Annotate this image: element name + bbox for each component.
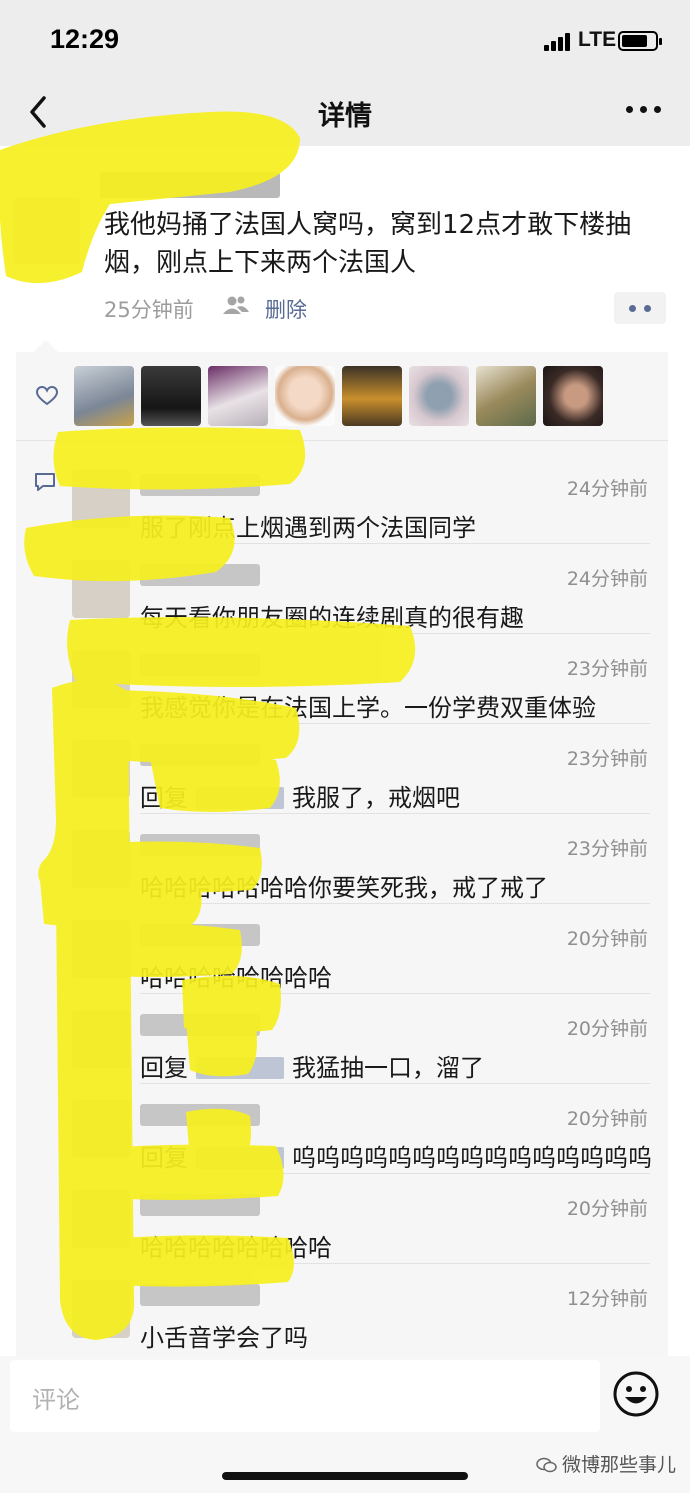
comment-body: 呜呜呜呜呜呜呜呜呜呜呜呜呜呜呜	[292, 1144, 652, 1172]
avatar[interactable]	[72, 740, 130, 798]
page-title: 详情	[318, 101, 372, 132]
comment-text: 小舌音学会了吗	[140, 1318, 308, 1353]
comment-body: 我感觉你是在法国上学。一份学费双重体验	[140, 694, 596, 722]
comment-text: 回复 我服了，戒烟吧	[140, 778, 460, 813]
avatar[interactable]	[14, 198, 80, 264]
comment-bar: 评论 微博那些事儿	[0, 1356, 690, 1493]
avatar[interactable]	[72, 560, 130, 618]
heart-icon	[36, 386, 58, 406]
comment-time: 20分钟前	[566, 1018, 648, 1040]
comment-row[interactable]: 20分钟前回复 我猛抽一口，溜了	[16, 994, 668, 1084]
comment-author-name[interactable]	[140, 924, 260, 946]
comment-time: 23分钟前	[566, 658, 648, 680]
battery-icon	[618, 31, 662, 51]
comment-text: 哈哈哈哈哈哈哈哈	[140, 958, 332, 993]
avatar[interactable]	[72, 1190, 130, 1248]
ellipsis-icon[interactable]	[626, 106, 662, 116]
wechat-logo-icon	[536, 1457, 557, 1473]
reply-prefix: 回复	[140, 784, 188, 812]
comment-text: 哈哈哈哈哈哈哈哈	[140, 1228, 332, 1263]
comment-author-name[interactable]	[140, 1104, 260, 1126]
reply-target-name[interactable]	[196, 1057, 284, 1079]
avatar[interactable]	[72, 1100, 130, 1158]
avatar[interactable]	[72, 1280, 130, 1338]
comment-author-name[interactable]	[140, 1014, 260, 1036]
comment-text: 哈哈哈哈哈哈哈你要笑死我，戒了戒了	[140, 868, 548, 903]
comment-row[interactable]: 23分钟前 哈哈哈哈哈哈哈你要笑死我，戒了戒了	[16, 814, 668, 904]
comment-author-name[interactable]	[140, 654, 260, 676]
reply-target-name[interactable]	[196, 1147, 284, 1169]
comment-body: 哈哈哈哈哈哈哈你要笑死我，戒了戒了	[140, 874, 548, 902]
delete-button[interactable]: 删除	[265, 294, 307, 324]
comment-time: 20分钟前	[566, 1108, 648, 1130]
avatar[interactable]	[342, 366, 402, 426]
more-actions-button[interactable]	[614, 292, 666, 324]
comment-row[interactable]: 20分钟前哈哈哈哈哈哈哈哈	[16, 1174, 668, 1264]
comment-row[interactable]: 23分钟前我感觉你是在法国上学。一份学费双重体验	[16, 634, 668, 724]
comment-author-name[interactable]	[140, 474, 260, 496]
comment-body: 服了刚点上烟遇到两个法国同学	[140, 514, 476, 542]
comment-row[interactable]: 20分钟前回复 呜呜呜呜呜呜呜呜呜呜呜呜呜呜呜	[16, 1084, 668, 1174]
comment-body: 哈哈哈哈哈哈哈哈	[140, 1234, 332, 1262]
network-label: LTE	[578, 28, 617, 51]
home-indicator	[222, 1472, 468, 1480]
comment-author-name[interactable]	[140, 834, 260, 856]
avatar[interactable]	[543, 366, 603, 426]
avatar[interactable]	[141, 366, 201, 426]
comment-body: 我猛抽一口，溜了	[292, 1054, 484, 1082]
comment-body: 哈哈哈哈哈哈哈哈	[140, 964, 332, 992]
comment-author-name[interactable]	[140, 564, 260, 586]
nav-bar: 详情	[0, 80, 690, 146]
comment-row[interactable]: 24分钟前每天看你朋友圈的连续剧真的很有趣	[16, 544, 668, 634]
panel-arrow	[34, 340, 58, 352]
comment-row[interactable]: 23分钟前回复 我服了，戒烟吧	[16, 724, 668, 814]
signal-icon	[544, 33, 574, 51]
avatar[interactable]	[208, 366, 268, 426]
comment-time: 20分钟前	[566, 1198, 648, 1220]
comment-row[interactable]: 24分钟前服了刚点上烟遇到两个法国同学	[16, 454, 668, 544]
comment-body: 我服了，戒烟吧	[292, 784, 460, 812]
divider	[16, 440, 668, 441]
comment-row[interactable]: 12分钟前小舌音学会了吗	[16, 1264, 668, 1354]
reply-prefix: 回复	[140, 1054, 188, 1082]
post-time: 25分钟前	[104, 298, 194, 322]
status-time: 12:29	[50, 24, 120, 54]
comment-author-name[interactable]	[140, 1284, 260, 1306]
comment-author-name[interactable]	[140, 1194, 260, 1216]
comment-text: 回复 我猛抽一口，溜了	[140, 1048, 484, 1083]
comment-time: 24分钟前	[566, 568, 648, 590]
comment-time: 20分钟前	[566, 928, 648, 950]
comment-time: 24分钟前	[566, 478, 648, 500]
smiley-icon[interactable]	[612, 1370, 660, 1418]
watermark: 微博那些事儿	[536, 1450, 676, 1477]
comment-row[interactable]: 20分钟前哈哈哈哈哈哈哈哈	[16, 904, 668, 994]
comment-time: 23分钟前	[566, 838, 648, 860]
avatar[interactable]	[72, 470, 130, 528]
avatar[interactable]	[72, 920, 130, 978]
status-bar: 12:29 LTE	[0, 0, 690, 80]
avatar[interactable]	[275, 366, 335, 426]
comment-text: 服了刚点上烟遇到两个法国同学	[140, 508, 476, 543]
comment-body: 小舌音学会了吗	[140, 1324, 308, 1352]
comment-text: 我感觉你是在法国上学。一份学费双重体验	[140, 688, 596, 723]
friends-icon	[223, 296, 249, 314]
reply-target-name[interactable]	[196, 787, 284, 809]
avatar[interactable]	[74, 366, 134, 426]
avatar[interactable]	[72, 650, 130, 708]
avatar[interactable]	[409, 366, 469, 426]
avatar[interactable]	[72, 1010, 130, 1068]
post-author-name[interactable]	[100, 172, 280, 198]
reply-prefix: 回复	[140, 1144, 188, 1172]
comment-time: 12分钟前	[566, 1288, 648, 1310]
comment-input[interactable]: 评论	[10, 1360, 600, 1432]
comment-text: 回复 呜呜呜呜呜呜呜呜呜呜呜呜呜呜呜	[140, 1138, 652, 1173]
avatar[interactable]	[72, 830, 130, 888]
avatar[interactable]	[476, 366, 536, 426]
post-text: 我他妈捅了法国人窝吗，窝到12点才敢下楼抽烟，刚点上下来两个法国人	[104, 210, 632, 278]
comment-text: 每天看你朋友圈的连续剧真的很有趣	[140, 598, 524, 633]
comment-time: 23分钟前	[566, 748, 648, 770]
watermark-text: 微博那些事儿	[562, 1454, 677, 1476]
comment-body: 每天看你朋友圈的连续剧真的很有趣	[140, 604, 524, 632]
comment-author-name[interactable]	[140, 744, 260, 766]
